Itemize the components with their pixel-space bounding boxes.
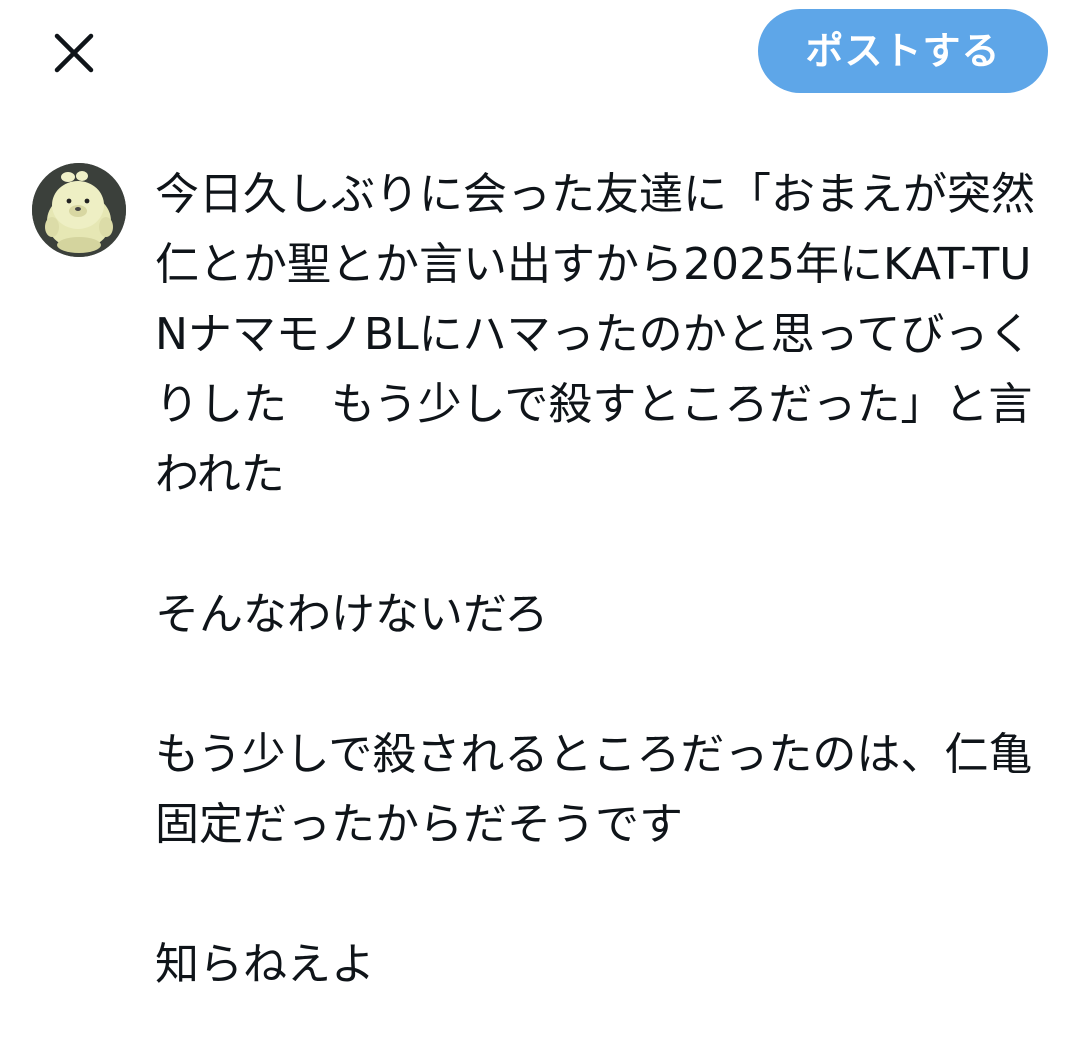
composer-header: ポストする xyxy=(0,0,1080,104)
close-button[interactable] xyxy=(44,23,104,83)
post-text[interactable]: 今日久しぶりに会った友達に「おまえが突然仁とか聖とか言い出すから2025年にKA… xyxy=(155,160,1050,1000)
avatar[interactable] xyxy=(32,163,126,257)
avatar-seal-plush-icon xyxy=(32,163,126,257)
post-button[interactable]: ポストする xyxy=(758,9,1048,93)
close-icon xyxy=(54,33,94,73)
